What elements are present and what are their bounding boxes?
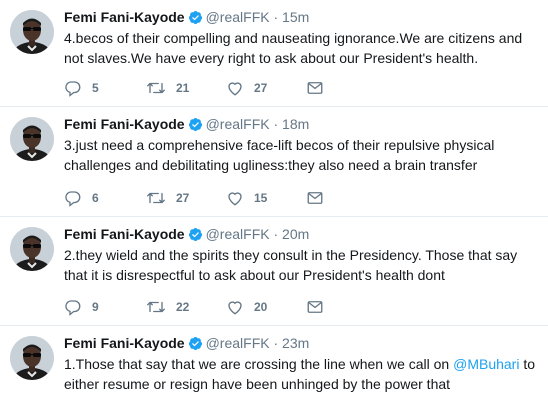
retweet-count: 21: [176, 81, 190, 95]
author-handle[interactable]: @realFFK: [206, 335, 270, 351]
avatar[interactable]: [10, 227, 54, 271]
reply-icon: [65, 81, 81, 97]
reply-count: 5: [92, 81, 99, 95]
retweet-button[interactable]: 27: [146, 189, 189, 207]
envelope-icon: [307, 301, 323, 313]
timestamp[interactable]: 23m: [282, 335, 309, 351]
timestamp[interactable]: 18m: [282, 116, 309, 132]
mention-link[interactable]: @MBuhari: [453, 356, 519, 372]
author-handle[interactable]: @realFFK: [206, 9, 270, 25]
tweet-text: 2.they wield and the spirits they consul…: [64, 245, 538, 285]
tweet-actions: 6 27 15: [64, 189, 364, 207]
tweet-text: 4.becos of their compelling and nauseati…: [64, 28, 538, 68]
author-name[interactable]: Femi Fani-Kayode: [64, 335, 185, 351]
tweet-text-body: 2.they wield and the spirits they consul…: [64, 247, 518, 283]
heart-icon: [228, 82, 242, 96]
direct-message-button[interactable]: [306, 79, 324, 97]
retweet-button[interactable]: 22: [146, 298, 189, 316]
reply-count: 9: [92, 300, 99, 314]
retweet-icon: [147, 82, 165, 94]
separator-dot: ·: [273, 116, 279, 132]
direct-message-button[interactable]: [306, 298, 324, 316]
like-button[interactable]: 20: [226, 298, 267, 316]
reply-icon: [65, 300, 81, 316]
reply-count: 6: [92, 191, 99, 205]
tweet-feed: Femi Fani-Kayode @realFFK · 15m 4.becos o…: [0, 0, 548, 402]
direct-message-button[interactable]: [306, 189, 324, 207]
author-name[interactable]: Femi Fani-Kayode: [64, 9, 185, 25]
tweet[interactable]: Femi Fani-Kayode @realFFK · 18m 3.just ne…: [0, 107, 548, 217]
verified-badge-icon: [188, 117, 202, 132]
verified-badge-icon: [188, 336, 202, 351]
tweet-text-body: 3.just need a comprehensive face-lift be…: [64, 137, 495, 173]
like-count: 27: [254, 81, 268, 95]
avatar[interactable]: [10, 117, 54, 161]
retweet-button[interactable]: 21: [146, 79, 189, 97]
tweet[interactable]: Femi Fani-Kayode @realFFK · 15m 4.becos o…: [0, 0, 548, 107]
like-count: 15: [254, 191, 268, 205]
author-name[interactable]: Femi Fani-Kayode: [64, 226, 185, 242]
like-button[interactable]: 15: [226, 189, 267, 207]
avatar[interactable]: [10, 10, 54, 54]
envelope-icon: [307, 192, 323, 204]
author-handle[interactable]: @realFFK: [206, 226, 270, 242]
retweet-icon: [147, 192, 165, 204]
separator-dot: ·: [273, 226, 279, 242]
tweet[interactable]: Femi Fani-Kayode @realFFK · 20m 2.they wi…: [0, 217, 548, 326]
separator-dot: ·: [273, 335, 279, 351]
verified-badge-icon: [188, 10, 202, 25]
like-button[interactable]: 27: [226, 79, 267, 97]
tweet-text: 1.Those that say that we are crossing th…: [64, 354, 538, 394]
author-handle[interactable]: @realFFK: [206, 116, 270, 132]
tweet-text-body: 1.Those that say that we are crossing th…: [64, 356, 454, 372]
like-count: 20: [254, 300, 268, 314]
verified-badge-icon: [188, 227, 202, 242]
tweet-actions: 5 21 27: [64, 79, 364, 97]
reply-button[interactable]: 9: [64, 298, 99, 316]
reply-button[interactable]: 5: [64, 79, 99, 97]
timestamp[interactable]: 15m: [282, 9, 309, 25]
tweet-text-body: 4.becos of their compelling and nauseati…: [64, 30, 523, 66]
author-name[interactable]: Femi Fani-Kayode: [64, 116, 185, 132]
heart-icon: [228, 301, 242, 315]
heart-icon: [228, 192, 242, 206]
tweet[interactable]: Femi Fani-Kayode @realFFK · 23m 1.Those t…: [0, 326, 548, 402]
retweet-count: 27: [176, 191, 190, 205]
tweet-actions: 9 22 20: [64, 298, 364, 316]
separator-dot: ·: [273, 9, 279, 25]
reply-button[interactable]: 6: [64, 189, 99, 207]
timestamp[interactable]: 20m: [282, 226, 309, 242]
retweet-count: 22: [176, 300, 190, 314]
reply-icon: [65, 191, 81, 207]
retweet-icon: [147, 301, 165, 313]
tweet-text: 3.just need a comprehensive face-lift be…: [64, 135, 538, 175]
avatar[interactable]: [10, 336, 54, 380]
envelope-icon: [307, 82, 323, 94]
